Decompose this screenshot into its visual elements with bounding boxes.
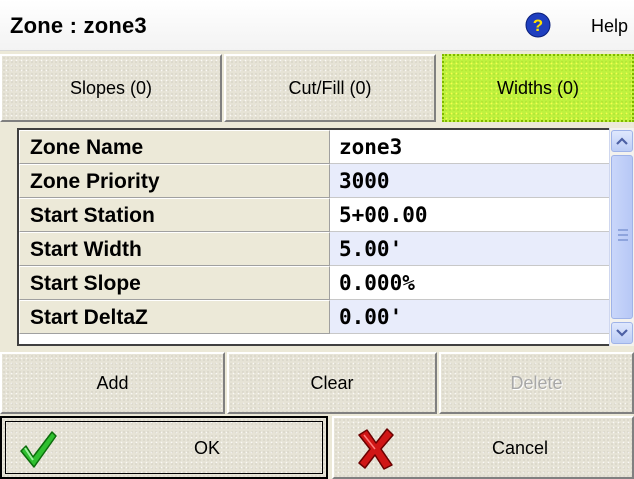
scroll-thumb[interactable] [611, 155, 633, 319]
grid-row[interactable]: Zone Name zone3 [19, 130, 609, 164]
clear-button[interactable]: Clear [227, 352, 437, 414]
scroll-up-button[interactable] [611, 130, 633, 152]
grid-row[interactable]: Start Slope 0.000% [19, 266, 609, 300]
title-bar: Zone : zone3 ? Help [0, 0, 634, 51]
red-x-icon [358, 428, 394, 470]
property-value[interactable]: 5.00' [330, 232, 609, 266]
property-name: Start DeltaZ [19, 300, 330, 334]
add-button-label: Add [96, 372, 129, 393]
tab-widths[interactable]: Widths (0) [442, 54, 634, 122]
grip-line [618, 239, 628, 241]
property-value[interactable]: 0.000% [330, 266, 609, 300]
cancel-button-label: Cancel [492, 438, 549, 458]
grip-line [618, 234, 628, 236]
cancel-button[interactable]: Cancel [332, 416, 634, 479]
delete-button: Delete [439, 352, 634, 414]
property-name: Zone Priority [19, 164, 330, 198]
add-button[interactable]: Add [0, 352, 225, 414]
property-value[interactable]: zone3 [330, 130, 609, 164]
tab-cut-fill-label: Cut/Fill (0) [288, 77, 372, 98]
svg-text:?: ? [533, 16, 543, 35]
tab-slopes[interactable]: Slopes (0) [0, 54, 222, 122]
ok-button[interactable]: OK [0, 416, 328, 479]
property-value[interactable]: 5+00.00 [330, 198, 609, 232]
scroll-down-button[interactable] [611, 322, 633, 344]
chevron-up-icon [616, 137, 628, 145]
window-title: Zone : zone3 [10, 13, 147, 38]
property-name: Start Slope [19, 266, 330, 300]
grid-row[interactable]: Start Width 5.00' [19, 232, 609, 266]
grid-row[interactable]: Start DeltaZ 0.00' [19, 300, 609, 334]
property-name: Start Width [19, 232, 330, 266]
tab-slopes-label: Slopes (0) [69, 77, 153, 98]
property-name: Start Station [19, 198, 330, 232]
property-name: Zone Name [19, 130, 330, 164]
chevron-down-icon [616, 329, 628, 337]
property-grid: Zone Name zone3 Zone Priority 3000 Start… [17, 128, 611, 346]
clear-button-label: Clear [310, 372, 354, 393]
help-link[interactable]: Help [591, 16, 628, 37]
grip-line [618, 229, 628, 231]
grid-row[interactable]: Zone Priority 3000 [19, 164, 609, 198]
question-mark-icon[interactable]: ? [525, 12, 551, 38]
delete-button-label: Delete [510, 372, 563, 393]
checkmark-icon [20, 431, 57, 468]
grid-row[interactable]: Start Station 5+00.00 [19, 198, 609, 232]
tab-widths-label: Widths (0) [496, 77, 579, 98]
grid-scrollbar[interactable] [609, 128, 634, 346]
property-value[interactable]: 3000 [330, 164, 609, 198]
property-value[interactable]: 0.00' [330, 300, 609, 334]
tab-cut-fill[interactable]: Cut/Fill (0) [224, 54, 436, 122]
ok-button-label: OK [194, 438, 221, 458]
